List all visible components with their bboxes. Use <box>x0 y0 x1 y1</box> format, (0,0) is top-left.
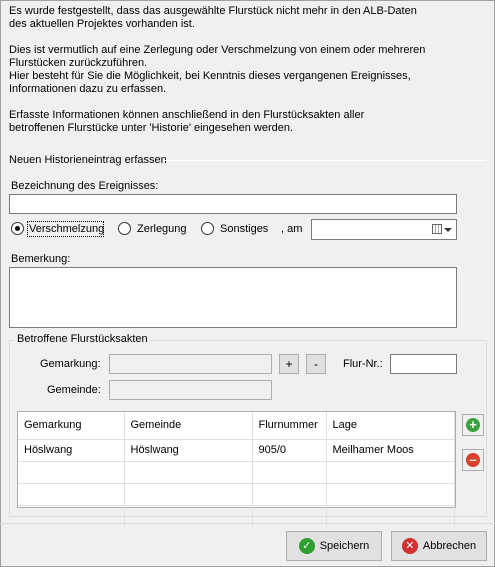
column-header-gemeinde[interactable]: Gemeinde <box>124 412 253 440</box>
table-row-empty <box>18 483 455 506</box>
radio-zerlegung-label[interactable]: Zerlegung <box>137 223 187 235</box>
save-button[interactable]: ✓ Speichern <box>286 531 382 561</box>
date-picker[interactable] <box>311 219 457 240</box>
cell-flurnummer: 905/0 <box>252 439 327 462</box>
save-button-label: Speichern <box>319 540 370 552</box>
date-label: , am <box>281 223 303 235</box>
cell-gemeinde: Höslwang <box>124 439 253 462</box>
remark-label: Bemerkung: <box>11 253 71 265</box>
table-row-empty <box>18 461 455 484</box>
intro-paragraph-3: Erfasste Informationen können anschließe… <box>9 109 365 134</box>
remove-row-button[interactable]: – <box>462 449 484 471</box>
column-header-lage[interactable]: Lage <box>326 412 455 440</box>
intro-paragraph-1: Es wurde festgestellt, dass das ausgewäh… <box>9 5 417 30</box>
radio-zerlegung[interactable] <box>118 222 131 235</box>
column-header-gemarkung[interactable]: Gemarkung <box>18 412 125 440</box>
section-divider <box>164 160 486 161</box>
event-name-label: Bezeichnung des Ereignisses: <box>11 180 159 192</box>
gemarkung-label: Gemarkung: <box>40 358 101 370</box>
remark-textarea[interactable] <box>9 267 457 328</box>
minus-circle-icon: – <box>466 453 480 467</box>
x-circle-icon: ✕ <box>401 538 418 554</box>
cancel-button-label: Abbrechen <box>422 540 477 552</box>
chevron-down-icon[interactable] <box>444 228 452 232</box>
cancel-button[interactable]: ✕ Abbrechen <box>391 531 487 561</box>
radio-verschmelzung-label[interactable]: Verschmelzung <box>29 223 104 235</box>
add-row-button[interactable]: + <box>462 414 484 436</box>
grid-header-row: Gemarkung Gemeinde Flurnummer Lage <box>18 412 455 440</box>
affected-group-title: Betroffene Flurstücksakten <box>15 333 150 345</box>
intro-paragraph-2: Dies ist vermutlich auf eine Zerlegung o… <box>9 44 426 95</box>
plus-circle-icon: + <box>466 418 480 432</box>
gemeinde-input[interactable] <box>109 380 272 400</box>
gemeinde-label: Gemeinde: <box>47 384 101 396</box>
cell-gemarkung: Höslwang <box>18 439 125 462</box>
event-name-input[interactable] <box>9 194 457 214</box>
section-title: Neuen Historieneintrag erfassen <box>9 154 167 166</box>
radio-verschmelzung[interactable] <box>11 222 24 235</box>
cell-lage: Meilhamer Moos <box>326 439 455 462</box>
intro-text: Es wurde festgestellt, dass das ausgewäh… <box>9 5 479 148</box>
flurnr-input[interactable] <box>390 354 457 374</box>
flurstueck-grid[interactable]: Gemarkung Gemeinde Flurnummer Lage Höslw… <box>17 411 456 527</box>
gemarkung-input[interactable] <box>109 354 272 374</box>
add-gemarkung-button[interactable]: + <box>279 354 299 374</box>
check-circle-icon: ✓ <box>298 538 315 554</box>
flurnr-label: Flur-Nr.: <box>343 358 383 370</box>
calendar-icon[interactable] <box>432 224 442 234</box>
column-header-flurnummer[interactable]: Flurnummer <box>252 412 327 440</box>
table-row[interactable]: Höslwang Höslwang 905/0 Meilhamer Moos <box>18 439 455 462</box>
remove-gemarkung-button[interactable]: - <box>306 354 326 374</box>
radio-sonstiges-label[interactable]: Sonstiges <box>220 223 268 235</box>
footer-divider <box>0 523 495 524</box>
radio-sonstiges[interactable] <box>201 222 214 235</box>
